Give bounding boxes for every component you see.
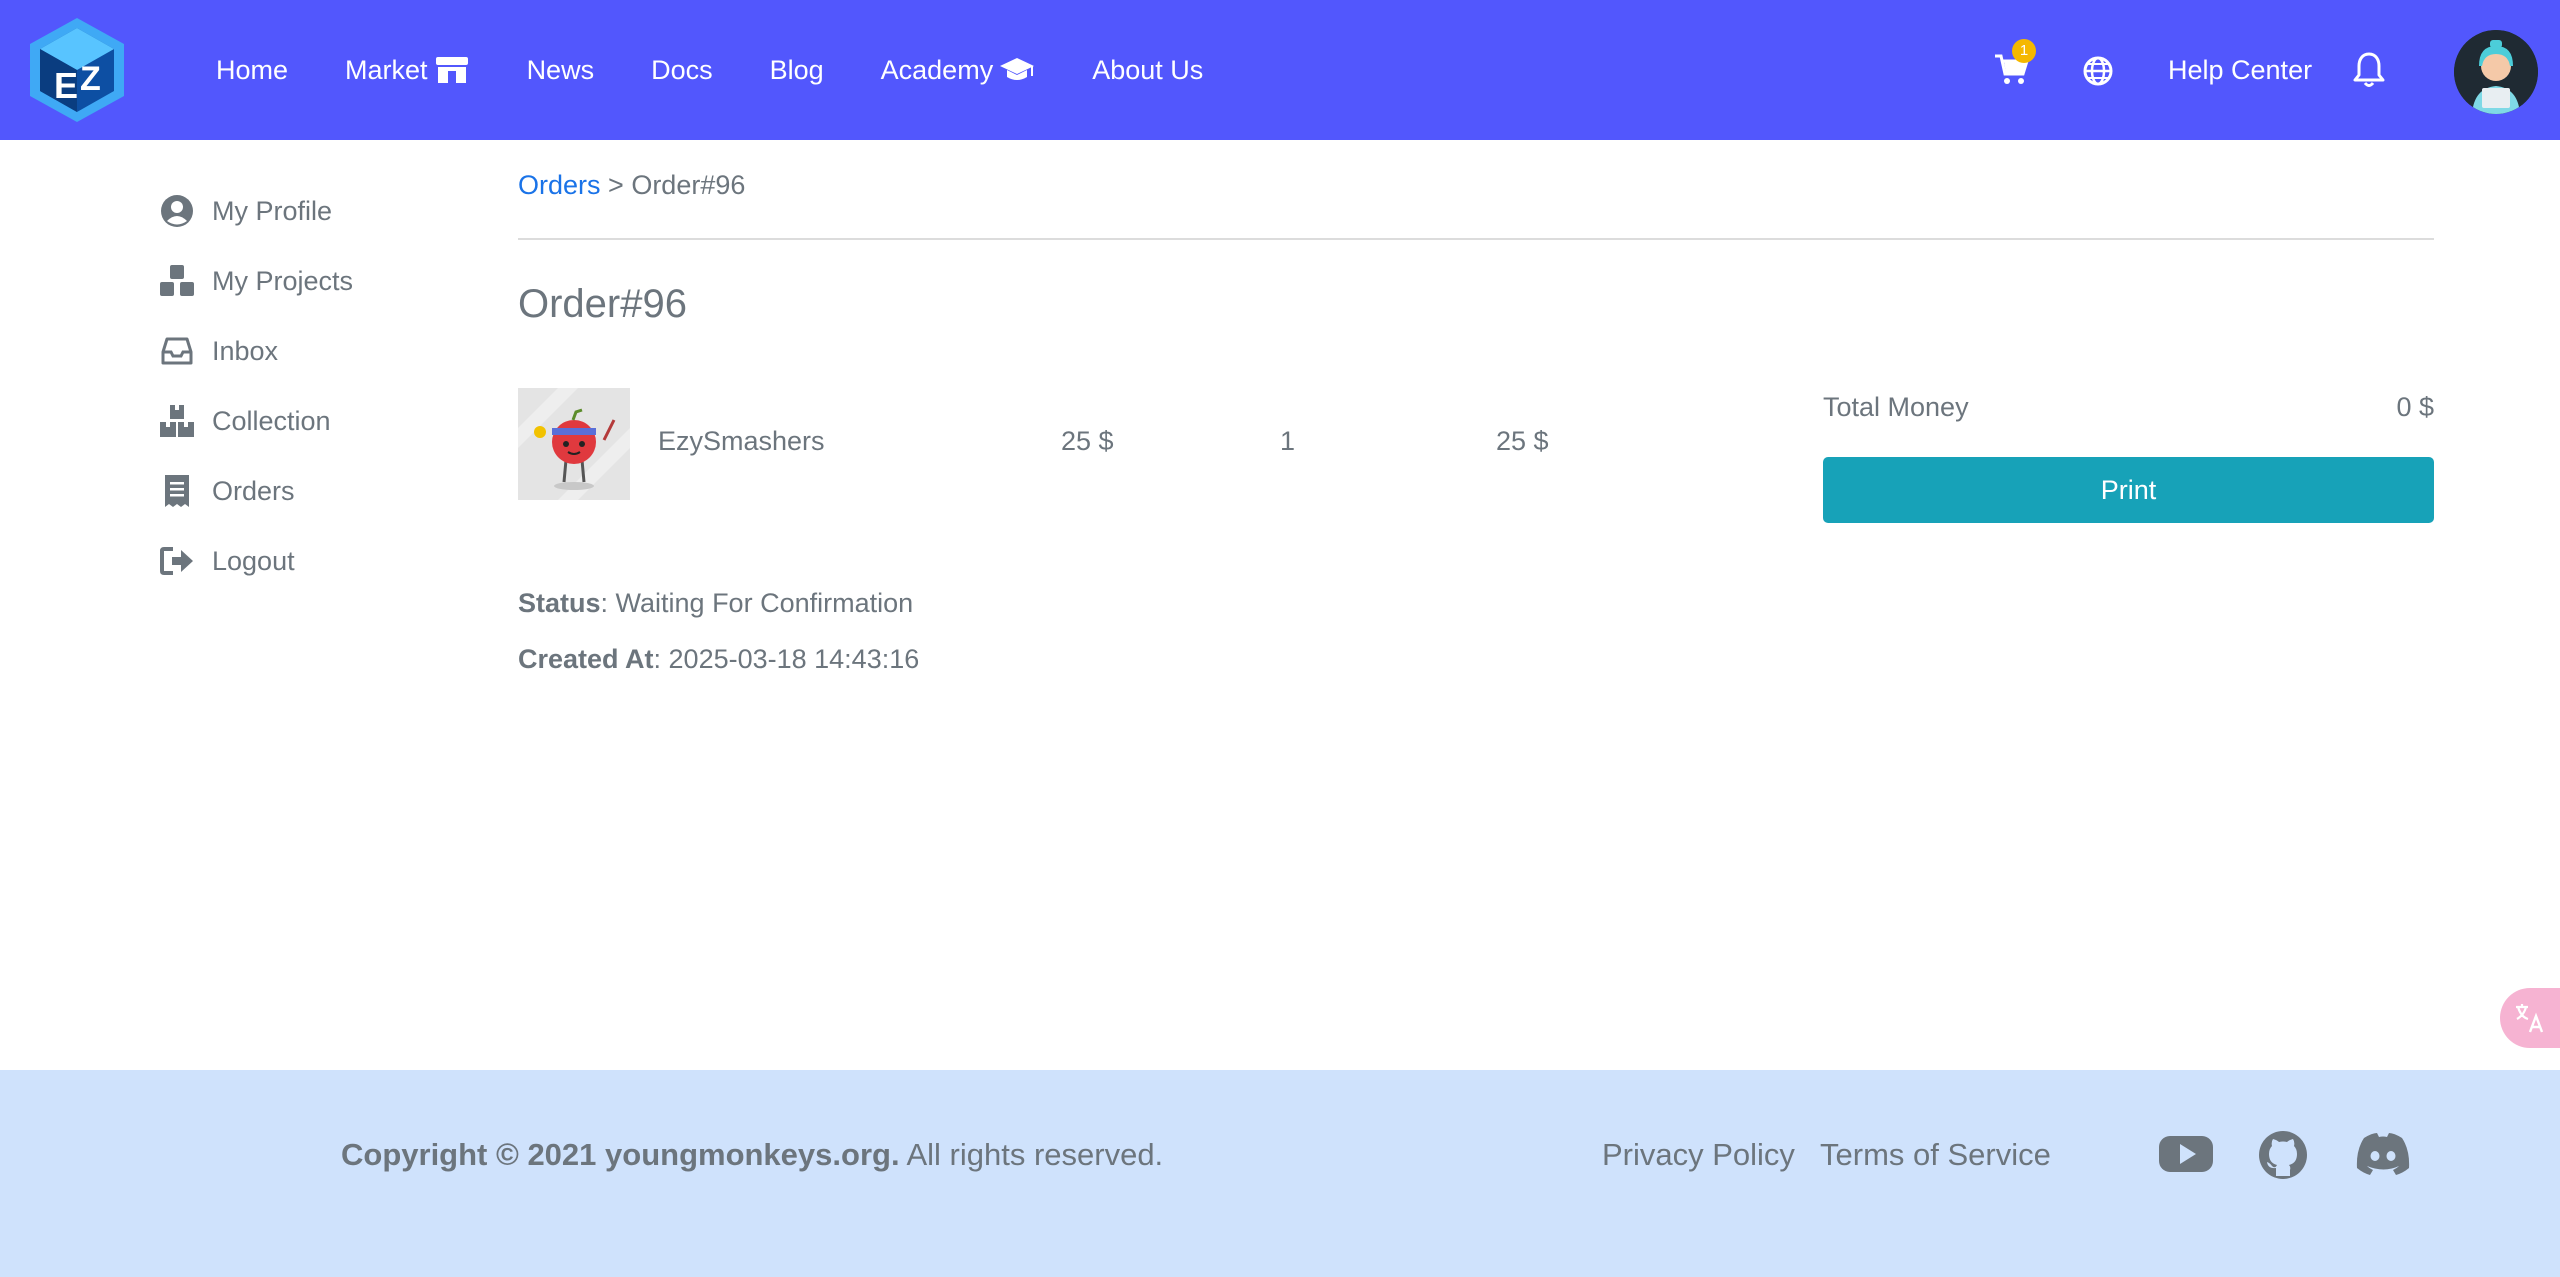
sidebar-item-inbox[interactable]: Inbox — [158, 316, 458, 386]
account-sidebar: My Profile My Projects Inbox Collection … — [158, 176, 458, 596]
user-avatar[interactable] — [2454, 30, 2538, 114]
top-navbar: E Z Home Market News Docs Blog Academy A… — [0, 0, 2560, 140]
sidebar-item-my-projects[interactable]: My Projects — [158, 246, 458, 316]
page-title: Order#96 — [518, 282, 687, 326]
cart-count-badge: 1 — [2012, 39, 2036, 63]
sidebar-item-label: Orders — [212, 475, 295, 506]
breadcrumb-orders-link[interactable]: Orders — [518, 170, 601, 200]
sidebar-item-my-profile[interactable]: My Profile — [158, 176, 458, 246]
translate-icon[interactable] — [2500, 988, 2560, 1048]
nav-about-us[interactable]: About Us — [1092, 55, 1203, 86]
copyright-rest: All rights reserved. — [899, 1137, 1164, 1172]
nav-home[interactable]: Home — [216, 55, 288, 86]
order-created-at: Created At: 2025-03-18 14:43:16 — [518, 644, 919, 675]
receipt-icon — [158, 472, 196, 510]
created-at-label: Created At — [518, 644, 654, 674]
sidebar-item-label: My Projects — [212, 265, 354, 296]
status-value: : Waiting For Confirmation — [600, 588, 914, 618]
nav-docs[interactable]: Docs — [651, 55, 713, 86]
created-at-value: : 2025-03-18 14:43:16 — [653, 644, 920, 674]
print-button[interactable]: Print — [1823, 457, 2434, 523]
cubes-icon — [158, 262, 196, 300]
nav-academy[interactable]: Academy — [881, 55, 1036, 86]
store-icon — [435, 57, 468, 83]
globe-icon[interactable] — [2082, 55, 2114, 87]
product-name[interactable]: EzySmashers — [658, 426, 825, 457]
status-label: Status — [518, 588, 601, 618]
product-thumbnail[interactable] — [518, 388, 630, 500]
nav-news[interactable]: News — [527, 55, 595, 86]
svg-text:Z: Z — [80, 60, 101, 98]
sidebar-item-label: My Profile — [212, 195, 333, 226]
boxes-icon — [158, 402, 196, 440]
sidebar-item-label: Logout — [212, 545, 295, 576]
total-money-label: Total Money — [1823, 392, 1969, 422]
ezyplatform-logo[interactable]: E Z — [26, 16, 128, 124]
youtube-icon[interactable] — [2158, 1130, 2214, 1178]
main-nav: Home Market News Docs Blog Academy About… — [216, 0, 1260, 140]
product-quantity: 1 — [1280, 426, 1296, 456]
nav-market[interactable]: Market — [345, 55, 470, 86]
sidebar-item-collection[interactable]: Collection — [158, 386, 458, 456]
nav-blog[interactable]: Blog — [770, 55, 824, 86]
sidebar-item-label: Collection — [212, 405, 331, 436]
total-money-value: 0 $ — [2396, 392, 2434, 422]
translate-glyph — [2516, 1004, 2544, 1033]
breadcrumb-separator: > — [600, 170, 632, 200]
sidebar-item-logout[interactable]: Logout — [158, 526, 458, 596]
bell-icon[interactable] — [2352, 50, 2386, 88]
user-circle-icon — [158, 192, 196, 230]
inbox-icon — [158, 332, 196, 370]
apple-mascot-image — [518, 388, 630, 500]
copyright-bold: Copyright © 2021 youngmonkeys.org. — [341, 1137, 900, 1172]
sidebar-item-label: Inbox — [212, 335, 279, 366]
header-divider — [518, 238, 2434, 240]
help-center-link[interactable]: Help Center — [2168, 0, 2312, 140]
terms-of-service-link[interactable]: Terms of Service — [1820, 1137, 2051, 1173]
github-icon[interactable] — [2258, 1130, 2308, 1180]
discord-icon[interactable] — [2354, 1130, 2412, 1178]
privacy-policy-link[interactable]: Privacy Policy — [1602, 1137, 1795, 1173]
avatar-illustration — [2454, 30, 2538, 114]
svg-text:E: E — [54, 65, 78, 106]
graduation-cap-icon — [1000, 58, 1035, 80]
sidebar-item-orders[interactable]: Orders — [158, 456, 458, 526]
breadcrumb: Orders > Order#96 — [518, 170, 745, 201]
product-line-total: 25 $ — [1496, 426, 1549, 456]
logout-icon — [158, 542, 196, 580]
breadcrumb-current: Order#96 — [631, 170, 746, 200]
product-price: 25 $ — [1061, 426, 1114, 456]
order-status: Status: Waiting For Confirmation — [518, 588, 913, 619]
copyright-text: Copyright © 2021 youngmonkeys.org. All r… — [341, 1137, 1163, 1173]
